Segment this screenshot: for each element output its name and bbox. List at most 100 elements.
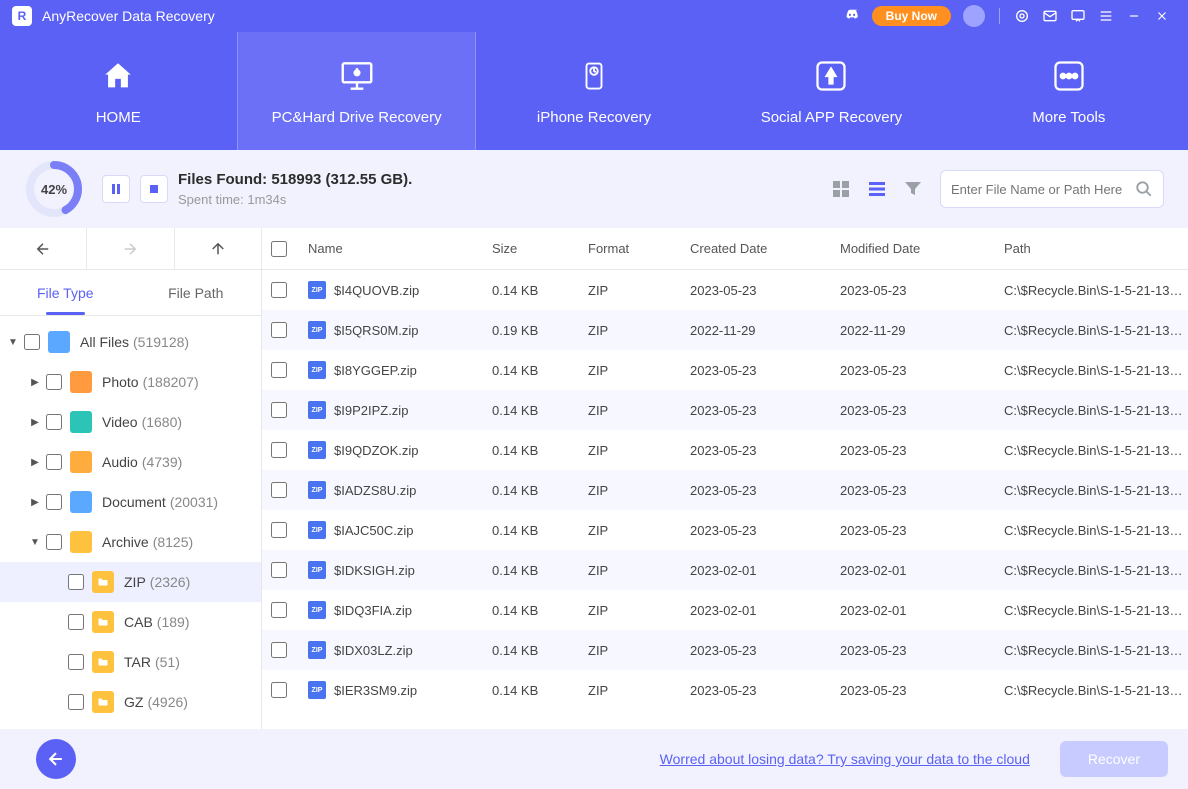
row-checkbox[interactable]	[271, 642, 287, 658]
row-checkbox[interactable]	[271, 362, 287, 378]
tree-checkbox[interactable]	[46, 454, 62, 470]
table-row[interactable]: ZIP$IADZS8U.zip0.14 KBZIP2023-05-232023-…	[262, 470, 1188, 510]
file-size: 0.14 KB	[480, 483, 576, 498]
col-format[interactable]: Format	[576, 241, 678, 256]
tree-checkbox[interactable]	[24, 334, 40, 350]
tree-checkbox[interactable]	[46, 494, 62, 510]
table-row[interactable]: ZIP$I8YGGEP.zip0.14 KBZIP2023-05-232023-…	[262, 350, 1188, 390]
nav-up-button[interactable]	[175, 228, 261, 269]
select-all-checkbox[interactable]	[271, 241, 287, 257]
row-checkbox[interactable]	[271, 482, 287, 498]
cloud-save-link[interactable]: Worred about losing data? Try saving you…	[660, 751, 1030, 767]
file-size: 0.14 KB	[480, 563, 576, 578]
nav-iphone-recovery[interactable]: iPhone Recovery	[476, 32, 713, 150]
tree-item-zip[interactable]: ZIP(2326)	[0, 562, 261, 602]
search-box[interactable]	[940, 170, 1164, 208]
feedback-icon[interactable]	[1064, 2, 1092, 30]
file-path: C:\$Recycle.Bin\S-1-5-21-13301...	[992, 483, 1188, 498]
tab-file-type[interactable]: File Type	[0, 270, 131, 315]
avatar[interactable]	[963, 5, 985, 27]
nav-home[interactable]: HOME	[0, 32, 237, 150]
col-path[interactable]: Path	[992, 241, 1188, 256]
pause-button[interactable]	[102, 175, 130, 203]
nav-social-recovery[interactable]: Social APP Recovery	[713, 32, 950, 150]
file-modified: 2023-05-23	[828, 643, 992, 658]
chevron-icon[interactable]: ▶	[28, 417, 42, 428]
tree-checkbox[interactable]	[46, 534, 62, 550]
tree-checkbox[interactable]	[68, 574, 84, 590]
row-checkbox[interactable]	[271, 682, 287, 698]
buy-now-button[interactable]: Buy Now	[872, 6, 951, 26]
chevron-icon[interactable]: ▶	[28, 497, 42, 508]
col-created[interactable]: Created Date	[678, 241, 828, 256]
chevron-icon[interactable]: ▼	[6, 337, 20, 348]
chevron-icon[interactable]: ▶	[28, 377, 42, 388]
table-row[interactable]: ZIP$I9P2IPZ.zip0.14 KBZIP2023-05-232023-…	[262, 390, 1188, 430]
tree-item-tar[interactable]: TAR(51)	[0, 642, 261, 682]
tree-checkbox[interactable]	[46, 374, 62, 390]
nav-more-label: More Tools	[1032, 109, 1105, 126]
row-checkbox[interactable]	[271, 322, 287, 338]
chevron-icon[interactable]: ▶	[28, 457, 42, 468]
recover-button[interactable]: Recover	[1060, 741, 1168, 777]
col-modified[interactable]: Modified Date	[828, 241, 992, 256]
tree-item-gz[interactable]: GZ(4926)	[0, 682, 261, 722]
file-tree: ▼All Files(519128)▶Photo(188207)▶Video(1…	[0, 316, 261, 729]
row-checkbox[interactable]	[271, 562, 287, 578]
tree-item-document[interactable]: ▶Document(20031)	[0, 482, 261, 522]
back-button[interactable]	[36, 739, 76, 779]
filter-icon[interactable]	[904, 180, 922, 198]
menu-icon[interactable]	[1092, 2, 1120, 30]
table-row[interactable]: ZIP$IDKSIGH.zip0.14 KBZIP2023-02-012023-…	[262, 550, 1188, 590]
tree-checkbox[interactable]	[68, 654, 84, 670]
file-path: C:\$Recycle.Bin\S-1-5-21-13301...	[992, 603, 1188, 618]
stop-button[interactable]	[140, 175, 168, 203]
nav-back-button[interactable]	[0, 228, 87, 269]
file-created: 2023-05-23	[678, 523, 828, 538]
tree-item-audio[interactable]: ▶Audio(4739)	[0, 442, 261, 482]
table-row[interactable]: ZIP$I5QRS0M.zip0.19 KBZIP2022-11-292022-…	[262, 310, 1188, 350]
search-input[interactable]	[951, 182, 1135, 197]
row-checkbox[interactable]	[271, 402, 287, 418]
table-row[interactable]: ZIP$IDX03LZ.zip0.14 KBZIP2023-05-232023-…	[262, 630, 1188, 670]
chevron-icon[interactable]: ▼	[28, 537, 42, 548]
tree-item-7z[interactable]: 7Z(564)	[0, 722, 261, 729]
grid-view-icon[interactable]	[832, 180, 850, 198]
row-checkbox[interactable]	[271, 442, 287, 458]
target-icon[interactable]	[1008, 2, 1036, 30]
tree-item-all-files[interactable]: ▼All Files(519128)	[0, 322, 261, 362]
folder-icon	[92, 571, 114, 593]
row-checkbox[interactable]	[271, 282, 287, 298]
tree-label: All Files	[80, 334, 129, 350]
file-created: 2023-05-23	[678, 643, 828, 658]
tree-item-cab[interactable]: CAB(189)	[0, 602, 261, 642]
list-view-icon[interactable]	[868, 180, 886, 198]
tree-label: Video	[102, 414, 138, 430]
tree-checkbox[interactable]	[68, 614, 84, 630]
mail-icon[interactable]	[1036, 2, 1064, 30]
nav-more-tools[interactable]: More Tools	[951, 32, 1188, 150]
zip-file-icon: ZIP	[308, 361, 326, 379]
file-modified: 2023-05-23	[828, 523, 992, 538]
tree-checkbox[interactable]	[68, 694, 84, 710]
col-size[interactable]: Size	[480, 241, 576, 256]
table-row[interactable]: ZIP$IAJC50C.zip0.14 KBZIP2023-05-232023-…	[262, 510, 1188, 550]
row-checkbox[interactable]	[271, 602, 287, 618]
tree-item-archive[interactable]: ▼Archive(8125)	[0, 522, 261, 562]
nav-pc-recovery[interactable]: PC&Hard Drive Recovery	[237, 32, 475, 150]
discord-icon[interactable]	[838, 2, 866, 30]
tree-item-video[interactable]: ▶Video(1680)	[0, 402, 261, 442]
row-checkbox[interactable]	[271, 522, 287, 538]
tab-file-path[interactable]: File Path	[131, 270, 262, 315]
search-icon[interactable]	[1135, 180, 1153, 198]
minimize-icon[interactable]	[1120, 2, 1148, 30]
tree-item-photo[interactable]: ▶Photo(188207)	[0, 362, 261, 402]
table-row[interactable]: ZIP$I9QDZOK.zip0.14 KBZIP2023-05-232023-…	[262, 430, 1188, 470]
table-row[interactable]: ZIP$IDQ3FIA.zip0.14 KBZIP2023-02-012023-…	[262, 590, 1188, 630]
table-row[interactable]: ZIP$I4QUOVB.zip0.14 KBZIP2023-05-232023-…	[262, 270, 1188, 310]
col-name[interactable]: Name	[296, 241, 480, 256]
nav-forward-button[interactable]	[87, 228, 174, 269]
close-icon[interactable]	[1148, 2, 1176, 30]
table-row[interactable]: ZIP$IER3SM9.zip0.14 KBZIP2023-05-232023-…	[262, 670, 1188, 710]
tree-checkbox[interactable]	[46, 414, 62, 430]
